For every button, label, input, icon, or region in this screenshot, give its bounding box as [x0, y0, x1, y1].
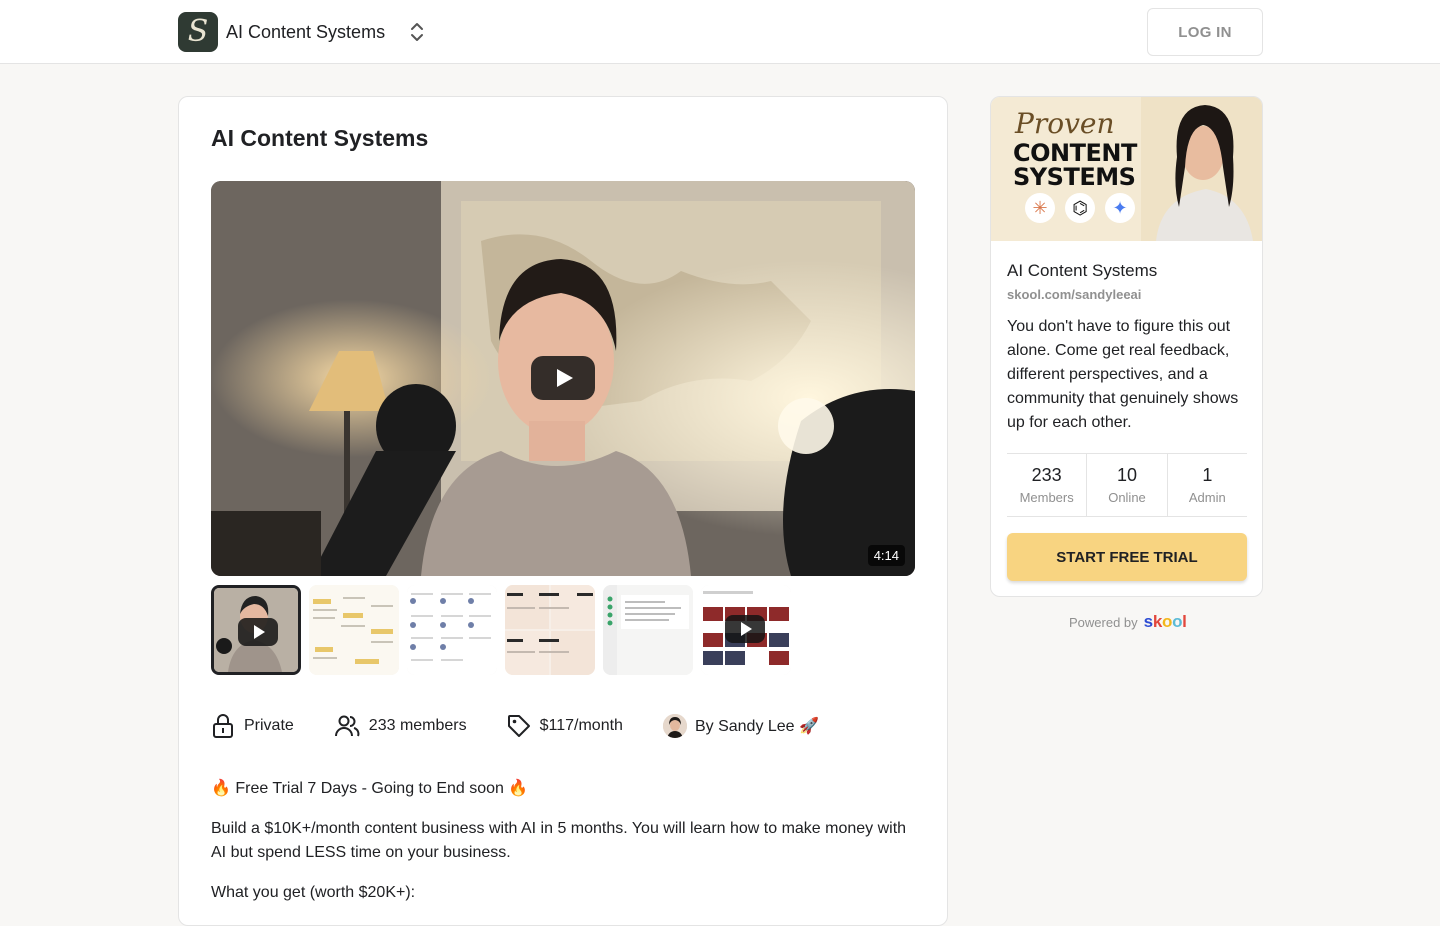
author-info[interactable]: By Sandy Lee 🚀: [662, 714, 819, 738]
powered-by-label: Powered by: [1069, 614, 1138, 630]
stat-online: 10 Online: [1086, 454, 1166, 516]
price-tag-icon: [507, 715, 530, 737]
privacy-label: Private: [244, 717, 294, 734]
stat-value: 233: [1031, 465, 1062, 485]
group-stats: 233 Members 10 Online 1 Admin: [1007, 453, 1247, 517]
users-icon: [334, 715, 360, 737]
price-label: $117/month: [539, 717, 623, 734]
cover-title-bold: CONTENT SYSTEMS: [1013, 141, 1137, 189]
stat-label: Members: [1019, 490, 1074, 505]
group-name: AI Content Systems: [1007, 261, 1158, 280]
group-meta: Private 233 members $117/month By Sandy …: [211, 713, 859, 739]
trial-banner: 🔥 Free Trial 7 Days - Going to End soon …: [211, 780, 529, 797]
stat-label: Admin: [1188, 490, 1226, 505]
gallery-thumb-video-6[interactable]: [701, 585, 791, 675]
members-label: 233 members: [368, 717, 467, 734]
video-duration: 4:14: [867, 545, 905, 566]
cover-line-systems: SYSTEMS: [1013, 163, 1136, 191]
gallery-thumb-image-3[interactable]: [407, 585, 497, 675]
openai-icon: ⌬: [1065, 193, 1095, 223]
thumb-image: [309, 585, 399, 675]
author-avatar[interactable]: [662, 714, 687, 738]
logo-letter: S: [187, 14, 209, 49]
intro-video[interactable]: 4:14: [211, 181, 915, 576]
page-title: AI Content Systems: [211, 125, 429, 151]
play-icon: [557, 369, 573, 387]
cover-ai-icons: ✳ ⌬ ✦: [1025, 193, 1135, 223]
cover-line-content: CONTENT: [1013, 139, 1137, 167]
gemini-icon: ✦: [1105, 193, 1135, 223]
thumb-play-icon: [238, 618, 278, 646]
community-brand[interactable]: S AI Content Systems: [178, 12, 385, 52]
claude-icon: ✳: [1025, 193, 1055, 223]
community-logo[interactable]: S: [178, 12, 218, 52]
group-cover-image: Proven CONTENT SYSTEMS ✳ ⌬ ✦: [991, 97, 1262, 241]
thumb-image: [407, 585, 497, 675]
community-switcher-icon[interactable]: [408, 22, 426, 42]
group-tagline: You don't have to figure this out alone.…: [1007, 318, 1239, 431]
gallery-thumb-video-1[interactable]: [211, 585, 301, 675]
thumb-play-icon: [725, 615, 765, 643]
stat-admin: 1 Admin: [1166, 454, 1247, 516]
group-url: skool.com/sandyleeai: [1007, 287, 1142, 302]
start-free-trial-button[interactable]: START FREE TRIAL: [1007, 533, 1247, 581]
benefits-heading: What you get (worth $20K+):: [211, 884, 416, 901]
members-info: 233 members: [334, 714, 467, 738]
lock-icon: [213, 714, 233, 738]
stat-members: 233 Members: [1007, 454, 1086, 516]
stat-value: 1: [1202, 465, 1213, 485]
top-bar: S AI Content Systems LOG IN: [0, 0, 1440, 64]
stat-value: 10: [1116, 465, 1137, 485]
gallery-thumb-image-2[interactable]: [309, 585, 399, 675]
stat-label: Online: [1108, 490, 1146, 505]
video-play-button[interactable]: [531, 356, 595, 400]
price-info: $117/month: [507, 714, 623, 738]
thumb-image: [603, 585, 693, 675]
author-label[interactable]: By Sandy Lee 🚀: [695, 716, 819, 736]
skool-logo[interactable]: skool: [1144, 612, 1187, 632]
login-button[interactable]: LOG IN: [1147, 8, 1263, 56]
description-paragraph: Build a $10K+/month content business wit…: [211, 820, 907, 861]
media-gallery: [211, 585, 791, 675]
about-card: AI Content Systems 4:14 Private 233 memb…: [178, 96, 948, 926]
powered-by[interactable]: Powered by skool: [1069, 612, 1187, 632]
group-sidebar-card: Proven CONTENT SYSTEMS ✳ ⌬ ✦ AI Content …: [990, 96, 1263, 597]
group-description: 🔥 Free Trial 7 Days - Going to End soon …: [211, 777, 921, 921]
community-name[interactable]: AI Content Systems: [226, 22, 385, 43]
gallery-thumb-image-4[interactable]: [505, 585, 595, 675]
privacy-info: Private: [211, 713, 294, 739]
thumb-image: [505, 585, 595, 675]
gallery-thumb-image-5[interactable]: [603, 585, 693, 675]
cover-title-script: Proven: [1015, 107, 1115, 140]
